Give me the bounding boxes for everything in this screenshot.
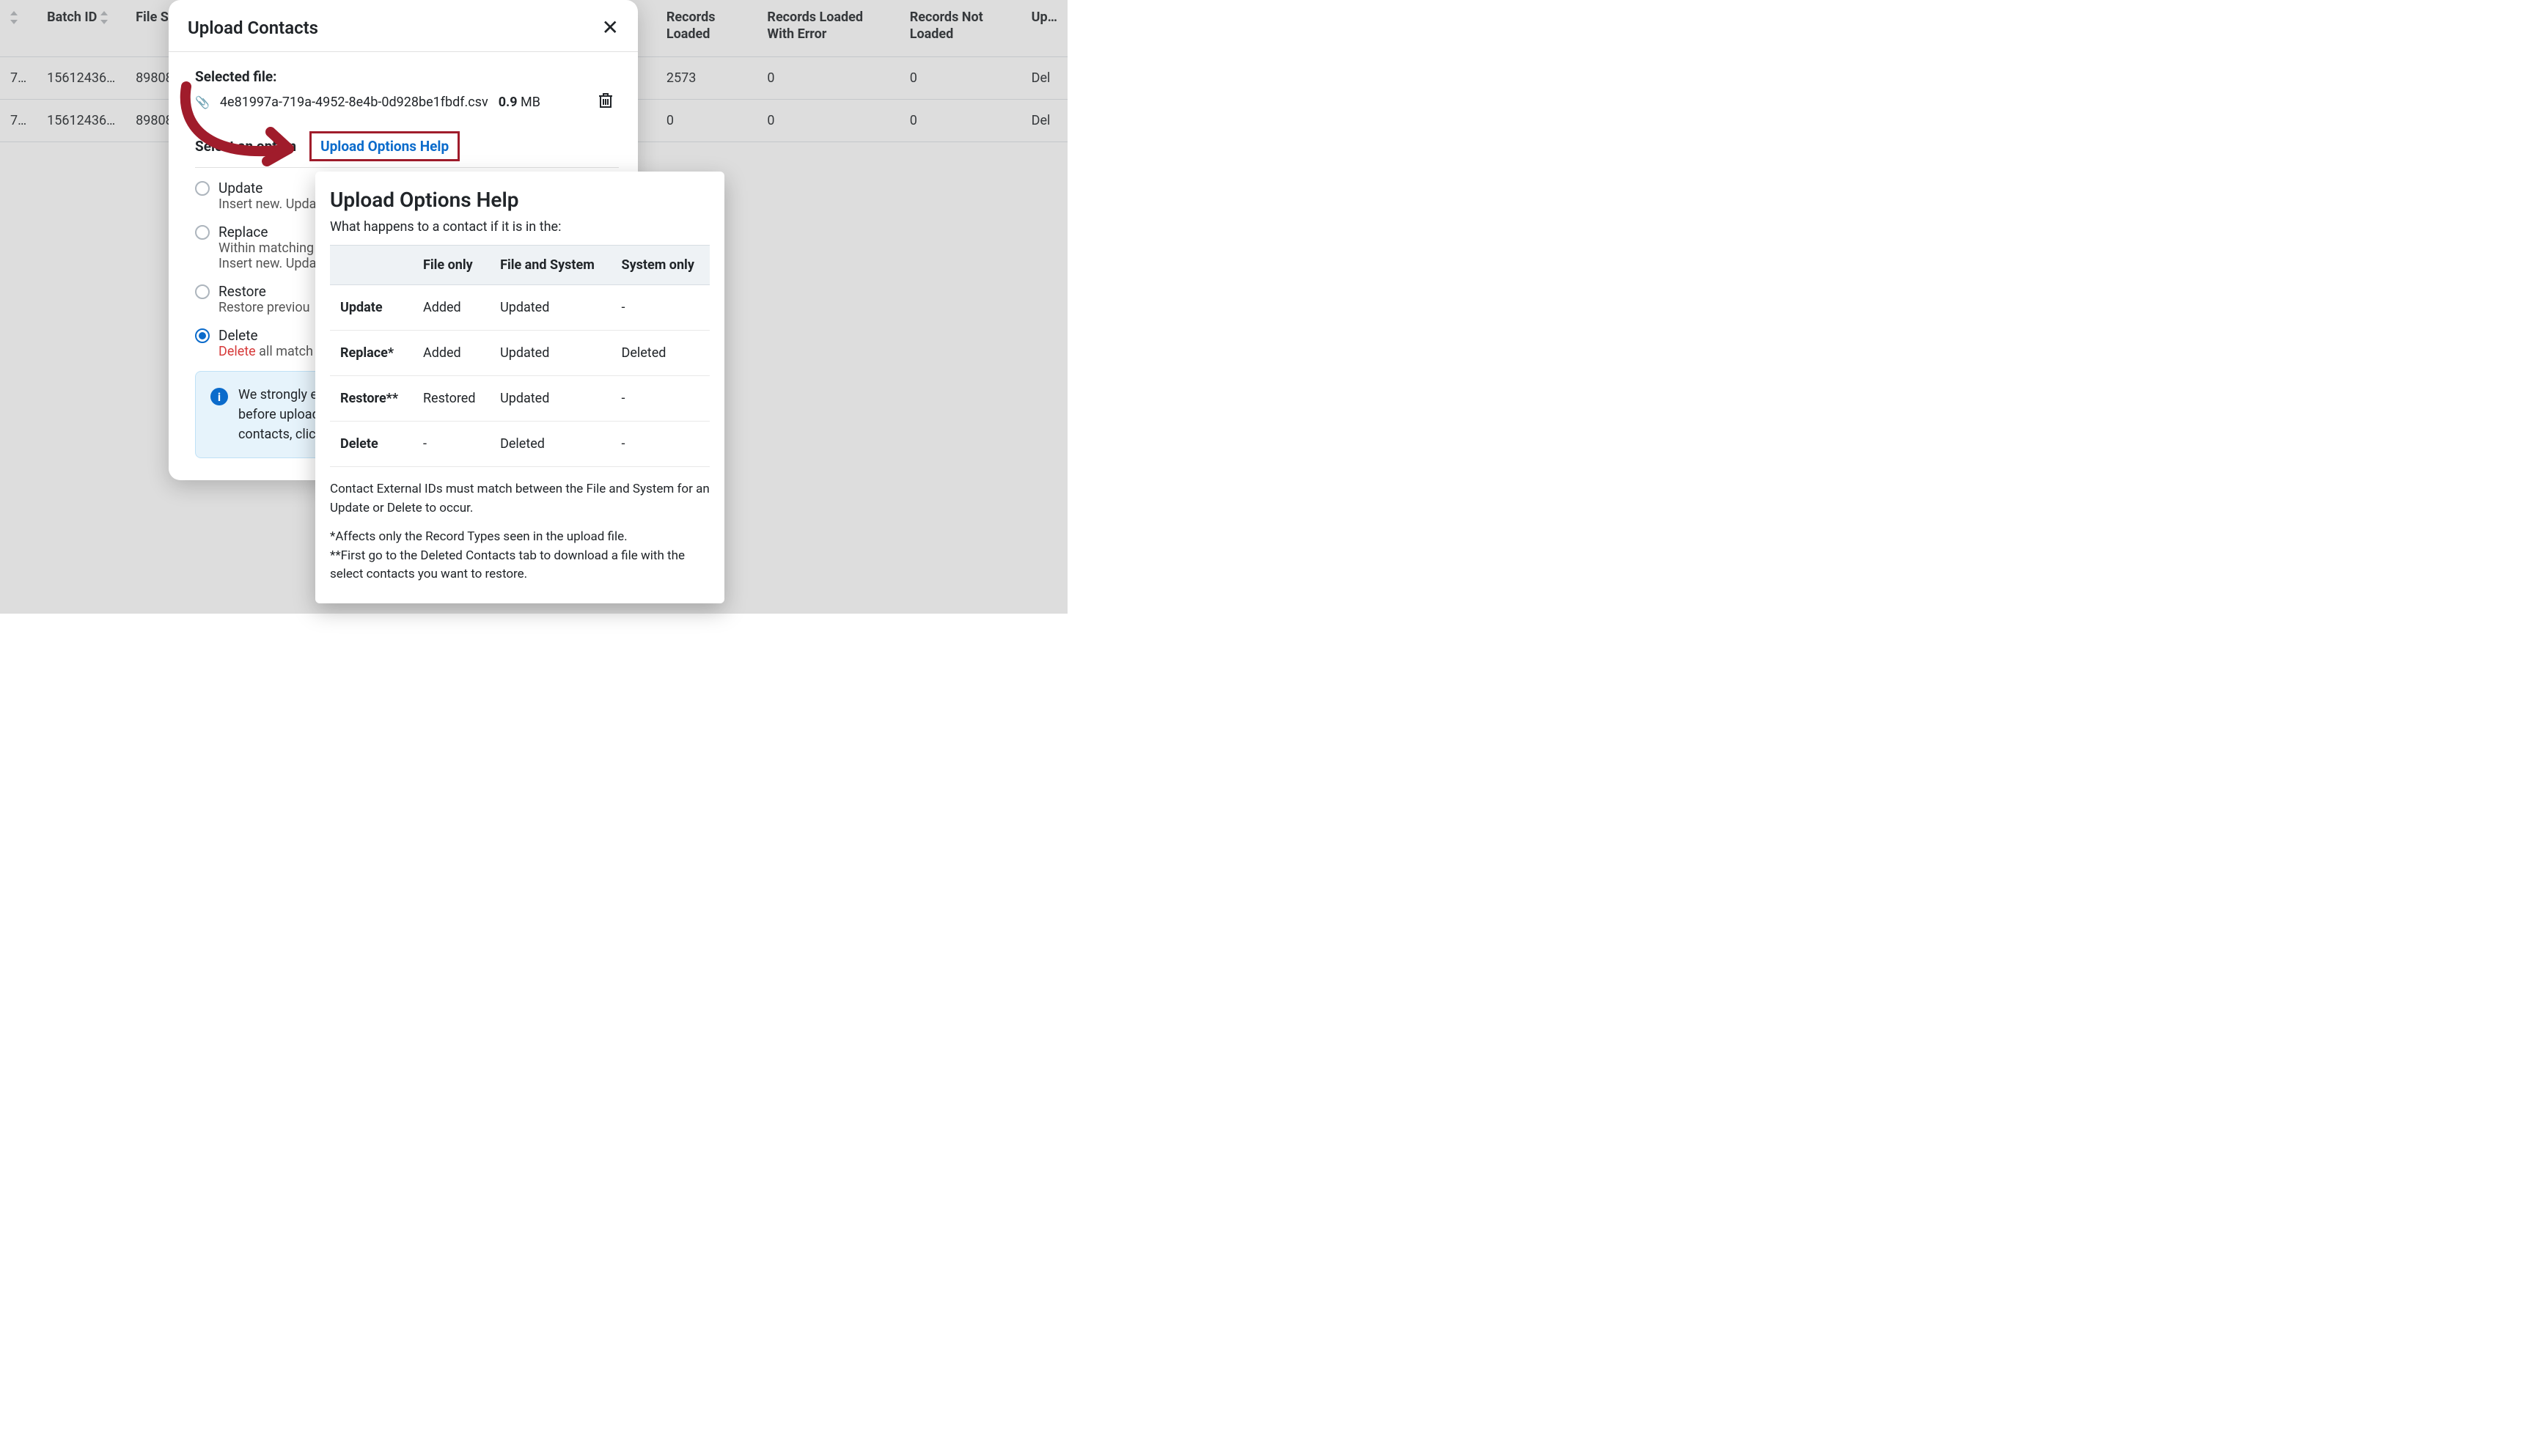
help-matrix-table: File only File and System System only Up… xyxy=(330,245,710,467)
help-row: Delete-Deleted- xyxy=(330,422,710,467)
radio-icon[interactable] xyxy=(195,225,210,240)
help-row: UpdateAddedUpdated- xyxy=(330,285,710,331)
popover-note: Contact External IDs must match between … xyxy=(330,480,710,518)
radio-icon[interactable] xyxy=(195,284,210,299)
attachment-icon: 📎 xyxy=(195,95,210,109)
upload-options-help-popover: Upload Options Help What happens to a co… xyxy=(315,172,724,603)
close-icon[interactable]: ✕ xyxy=(602,18,619,38)
popover-footnote: **First go to the Deleted Contacts tab t… xyxy=(330,547,710,584)
popover-subtitle: What happens to a contact if it is in th… xyxy=(330,219,710,235)
radio-icon[interactable] xyxy=(195,328,210,343)
upload-options-help-highlight: Upload Options Help xyxy=(309,131,460,161)
help-row: Replace*AddedUpdatedDeleted xyxy=(330,331,710,376)
trash-icon[interactable] xyxy=(598,92,613,112)
file-name: 4e81997a-719a-4952-8e4b-0d928be1fbdf.csv xyxy=(220,95,488,110)
popover-footnote: *Affects only the Record Types seen in t… xyxy=(330,528,710,547)
popover-title: Upload Options Help xyxy=(330,188,710,212)
modal-title: Upload Contacts xyxy=(188,18,318,38)
info-icon: i xyxy=(210,388,228,405)
upload-options-help-link[interactable]: Upload Options Help xyxy=(320,138,449,155)
selected-file-label: Selected file: xyxy=(195,68,619,85)
select-option-label: Select an option xyxy=(195,138,296,155)
help-row: Restore**RestoredUpdated- xyxy=(330,376,710,422)
file-size: 0.9 MB xyxy=(499,95,540,110)
radio-icon[interactable] xyxy=(195,181,210,196)
